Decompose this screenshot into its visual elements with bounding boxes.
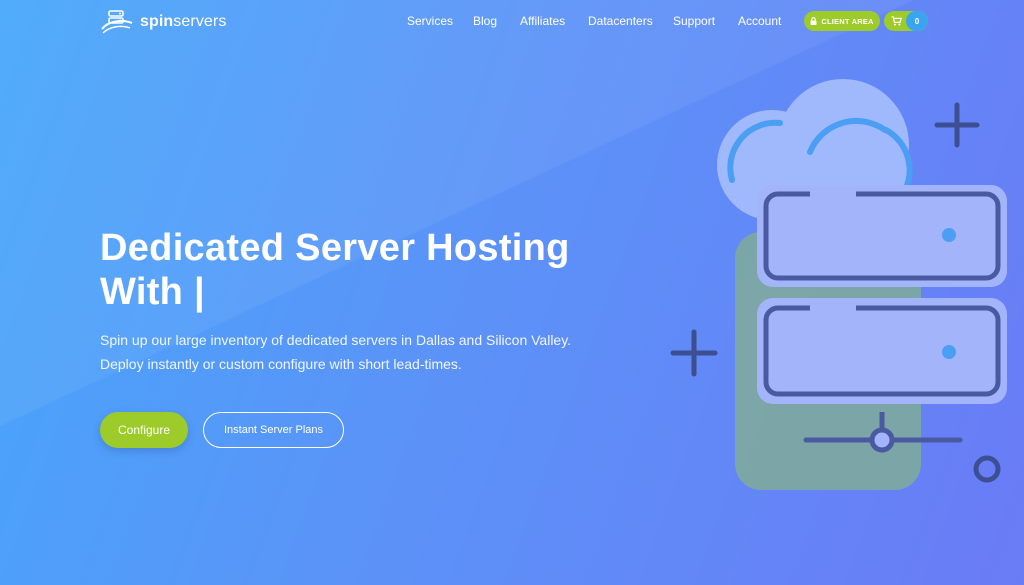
- site-logo[interactable]: spinservers: [100, 8, 226, 36]
- lock-icon: [810, 17, 817, 25]
- client-area-button[interactable]: CLIENT AREA: [804, 11, 880, 31]
- configure-button[interactable]: Configure: [100, 412, 188, 448]
- server-unit-top: [757, 185, 1007, 287]
- cart-count-badge: 0: [906, 11, 928, 31]
- plus-icon-top-right: [934, 102, 980, 148]
- nav-datacenters[interactable]: Datacenters: [588, 14, 653, 28]
- hero-title-line-2: With |: [100, 271, 205, 313]
- cart-icon: [891, 16, 902, 26]
- hero-title: Dedicated Server Hosting With |: [100, 226, 640, 314]
- hero-title-line-1: Dedicated Server Hosting: [100, 227, 570, 269]
- nav-blog[interactable]: Blog: [473, 14, 497, 28]
- logo-text: spinservers: [140, 13, 226, 31]
- server-swoosh-logo-icon: [101, 10, 133, 34]
- logo-text-light: servers: [173, 13, 227, 30]
- server-unit-bottom: [757, 298, 1007, 404]
- nav-affiliates[interactable]: Affiliates: [520, 14, 565, 28]
- instant-server-plans-button[interactable]: Instant Server Plans: [203, 412, 344, 448]
- nav-account[interactable]: Account: [738, 14, 781, 28]
- plus-icon-left: [670, 329, 718, 377]
- nav-support[interactable]: Support: [673, 14, 715, 28]
- hero-description-line-2: Deploy instantly or custom configure wit…: [100, 356, 462, 372]
- cart-button[interactable]: 0: [884, 11, 928, 31]
- client-area-label: CLIENT AREA: [821, 16, 874, 26]
- hero-description: Spin up our large inventory of dedicated…: [100, 328, 620, 376]
- hero-description-line-1: Spin up our large inventory of dedicated…: [100, 332, 572, 348]
- logo-text-bold: spin: [140, 13, 174, 30]
- nav-services[interactable]: Services: [407, 14, 453, 28]
- ring-icon: [973, 455, 1001, 483]
- cloud-server-rack-icon: [670, 79, 1007, 490]
